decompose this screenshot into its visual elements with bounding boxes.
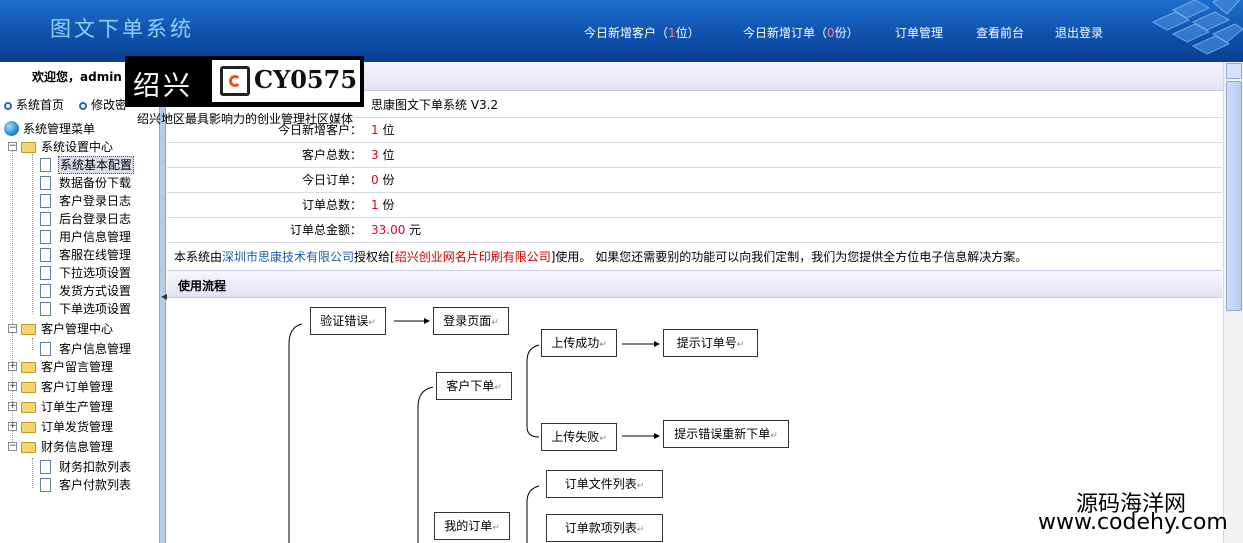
- vendor-link[interactable]: 深圳市思康技术有限公司: [222, 250, 354, 264]
- folder-icon: [21, 402, 36, 413]
- flow-box-customer-order: 客户下单↵: [436, 372, 512, 400]
- collapse-icon: −: [8, 141, 17, 151]
- flow-box-my-orders: 我的订单↵: [434, 512, 510, 540]
- tree-group-customer-messages[interactable]: + 客户留言管理: [6, 358, 156, 376]
- stat-label: 订单总金额：: [167, 217, 367, 243]
- page-icon: [40, 158, 51, 172]
- table-row: 订单总数： 1 份: [167, 192, 1222, 218]
- page-icon: [40, 284, 51, 298]
- page-icon: [40, 302, 51, 316]
- tree-root[interactable]: 系统管理菜单: [4, 120, 154, 138]
- flow-box-order-payments: 订单款项列表↵: [546, 514, 663, 542]
- stat-value: 33.00: [371, 223, 406, 237]
- page-icon: [40, 248, 51, 262]
- collapse-icon: −: [8, 323, 17, 333]
- folder-icon: [21, 382, 36, 393]
- arrow-circle-icon: [4, 102, 12, 110]
- globe-icon: [4, 121, 19, 136]
- stat-value: 0: [371, 173, 379, 187]
- expand-icon: +: [8, 421, 17, 431]
- page-icon: [40, 230, 51, 244]
- welcome-text: 欢迎您，admin: [32, 70, 122, 84]
- nav-view-front[interactable]: 查看前台: [976, 24, 1024, 41]
- cy-logo-mark-icon: [220, 66, 250, 96]
- licensee-link[interactable]: 绍兴创业网名片印刷有限公司: [395, 250, 551, 264]
- new-customers-count: 1: [668, 26, 676, 40]
- scroll-thumb[interactable]: [1226, 81, 1242, 311]
- new-orders-count: 0: [827, 26, 835, 40]
- table-row: 客户总数： 3 位: [167, 142, 1222, 168]
- flow-box-login-page: 登录页面↵: [433, 307, 509, 335]
- folder-open-icon: [21, 442, 36, 453]
- nav-new-customers[interactable]: 今日新增客户（1位）: [584, 24, 700, 41]
- folder-icon: [21, 362, 36, 373]
- quick-link-home[interactable]: 系统首页: [4, 96, 64, 113]
- tree-group-system-settings[interactable]: − 系统设置中心: [6, 138, 156, 156]
- tree-group-customer-center[interactable]: − 客户管理中心: [6, 320, 156, 338]
- nav-order-manage[interactable]: 订单管理: [895, 24, 943, 41]
- sidebar: 欢迎您，admin 系统首页 修改密 系统管理菜单 − 系统设置中心 系统基本配…: [0, 62, 159, 543]
- folder-open-icon: [21, 324, 36, 335]
- arrow-circle-icon: [79, 102, 87, 110]
- page-icon: [40, 460, 51, 474]
- tree-connector: [32, 338, 33, 350]
- tree-group-finance[interactable]: − 财务信息管理: [6, 438, 156, 456]
- scroll-up-button[interactable]: [1226, 63, 1242, 79]
- flow-box-show-order-number: 提示订单号↵: [663, 329, 758, 357]
- expand-icon: +: [8, 381, 17, 391]
- stat-value: 1: [371, 123, 379, 137]
- page-icon: [40, 342, 51, 356]
- tree-connector: [32, 458, 33, 488]
- tree-group-shipping[interactable]: + 订单发货管理: [6, 418, 156, 436]
- page-icon: [40, 176, 51, 190]
- quick-link-change-password[interactable]: 修改密: [79, 96, 127, 113]
- flow-box-verify-error: 验证错误↵: [310, 307, 386, 335]
- stat-value: 3: [371, 148, 379, 162]
- logo-city-text: 绍兴: [133, 71, 193, 102]
- expand-icon: +: [8, 361, 17, 371]
- stat-label: 今日订单：: [167, 167, 367, 193]
- folder-open-icon: [21, 142, 36, 153]
- stat-label: 客户总数：: [167, 142, 367, 168]
- page-icon: [40, 194, 51, 208]
- stat-label: 订单总数：: [167, 192, 367, 218]
- page-icon: [40, 478, 51, 492]
- main-content: 思康图文下单系统 V3.2 今日新增客户： 1 位 客户总数： 3 位 今日订单…: [167, 62, 1223, 543]
- vertical-scrollbar[interactable]: [1223, 62, 1243, 543]
- table-row: 今日订单： 0 份: [167, 167, 1222, 193]
- watermark-line-2: www.codehy.com: [1038, 510, 1228, 535]
- flow-box-order-files: 订单文件列表↵: [546, 470, 663, 498]
- flow-title: 使用流程: [178, 279, 227, 293]
- panel-divider[interactable]: [159, 62, 166, 543]
- expand-icon: +: [8, 401, 17, 411]
- page-icon: [40, 266, 51, 280]
- system-title: 图文下单系统: [50, 17, 194, 41]
- page-icon: [40, 212, 51, 226]
- flow-header: 使用流程: [167, 270, 1222, 298]
- folder-icon: [21, 422, 36, 433]
- flow-box-upload-success: 上传成功↵: [541, 329, 617, 357]
- tree-group-customer-orders[interactable]: + 客户订单管理: [6, 378, 156, 396]
- flow-box-retry-order: 提示错误重新下单↵: [663, 420, 789, 448]
- cy0575-logo: 绍兴 CY0575: [125, 56, 364, 107]
- stat-value: 1: [371, 198, 379, 212]
- nav-new-orders[interactable]: 今日新增订单（0份）: [743, 24, 859, 41]
- top-banner: 图文下单系统 今日新增客户（1位） 今日新增订单（0份） 订单管理 查看前台 退…: [0, 0, 1243, 62]
- keyboard-decoration-icon: [1151, 0, 1243, 55]
- nav-logout[interactable]: 退出登录: [1055, 24, 1103, 41]
- license-notice: 本系统由深圳市思康技术有限公司授权给[绍兴创业网名片印刷有限公司]使用。 如果您…: [174, 250, 1028, 264]
- version-text: 思康图文下单系统 V3.2: [367, 92, 1222, 118]
- logo-brand-text: CY0575: [254, 65, 358, 94]
- logo-tagline: 绍兴地区最具影响力的创业管理社区媒体: [137, 112, 354, 126]
- tree-group-production[interactable]: + 订单生产管理: [6, 398, 156, 416]
- flow-box-upload-failed: 上传失败↵: [541, 423, 617, 451]
- tree-connector: [32, 154, 33, 314]
- collapse-icon: −: [8, 441, 17, 451]
- table-row: 订单总金额： 33.00 元: [167, 217, 1222, 243]
